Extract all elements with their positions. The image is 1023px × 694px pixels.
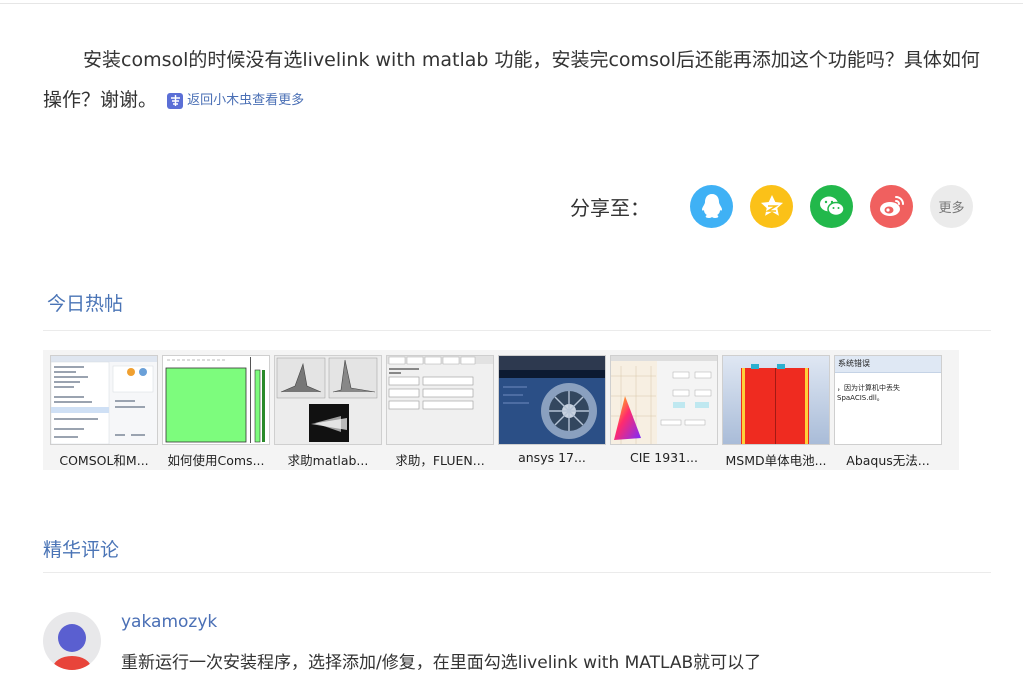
post-title: 如何使用Coms... [167,453,265,468]
share-bar: 分享至： 更多 [570,183,990,229]
hot-posts-strip: COMSOL和M... 如何使用Coms... 求助matlab... 求助，F… [43,350,959,470]
hot-post-item[interactable]: 求助matlab... [274,355,382,469]
post-title: Abaqus无法... [846,453,930,468]
wechat-icon [819,196,845,217]
comment-username[interactable]: yakamozyk [121,612,217,632]
question-body: 安装comsol的时候没有选livelink with matlab 功能，安装… [43,40,993,121]
hot-post-item[interactable]: 求助，FLUEN... [386,355,494,469]
hot-post-item[interactable]: COMSOL和M... [50,355,158,469]
back-link-label: 返回小木虫查看更多 [187,92,305,108]
weibo-icon [879,196,904,216]
post-title: CIE 1931... [629,450,699,465]
post-thumbnail [498,355,606,445]
hot-post-item[interactable]: CIE 1931... [610,355,718,465]
post-thumbnail [722,355,830,445]
post-thumbnail [274,355,382,445]
post-title: MSMD单体电池... [725,453,827,468]
post-title: ansys 17... [518,450,586,465]
post-thumbnail: 系统错误 ，因为计算机中丢失 SpaACIS.dll。 [834,355,942,445]
post-thumbnail [610,355,718,445]
dialog-title: 系统错误 [835,356,941,373]
hot-posts-divider [43,330,991,331]
hot-posts-title: 今日热帖 [47,293,124,315]
back-forum-icon [167,92,184,109]
avatar[interactable] [43,612,101,670]
share-qq-button[interactable] [690,184,733,228]
hot-post-item[interactable]: 系统错误 ，因为计算机中丢失 SpaACIS.dll。 Abaqus无法... [834,355,942,469]
post-thumbnail [162,355,270,445]
post-title: 求助，FLUEN... [395,453,485,468]
post-thumbnail [386,355,494,445]
post-thumbnail [50,355,158,445]
hot-post-item[interactable]: ansys 17... [498,355,606,465]
featured-comments-divider [43,572,991,573]
top-divider [0,3,1023,4]
share-qzone-button[interactable] [750,184,793,228]
dialog-body: ，因为计算机中丢失 SpaACIS.dll。 [837,384,900,402]
qzone-star-icon [760,195,783,216]
back-to-forum-link[interactable]: 返回小木虫查看更多 [167,81,304,121]
comment-text: 重新运行一次安装程序，选择添加/修复，在里面勾选livelink with MA… [121,653,762,673]
share-weibo-button[interactable] [870,184,913,228]
hot-post-item[interactable]: 如何使用Coms... [162,355,270,469]
share-label: 分享至： [570,195,650,220]
featured-comments-title: 精华评论 [43,539,120,561]
post-title: 求助matlab... [287,453,369,468]
qq-penguin-icon [701,194,722,218]
hot-post-item[interactable]: MSMD单体电池... [722,355,830,469]
share-wechat-button[interactable] [810,184,853,228]
share-more-button[interactable]: 更多 [930,184,973,228]
post-title: COMSOL和M... [59,453,149,468]
